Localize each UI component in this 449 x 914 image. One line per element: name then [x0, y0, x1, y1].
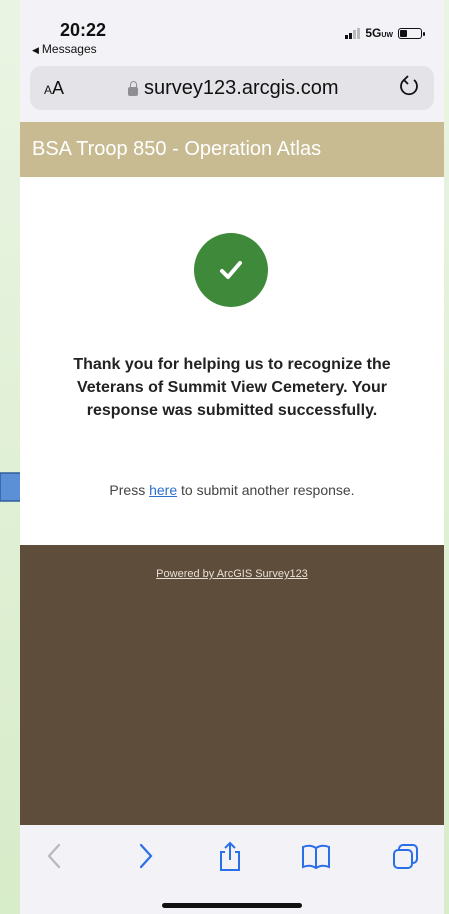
checkmark-icon [194, 233, 268, 307]
reload-icon[interactable] [398, 74, 420, 104]
home-indicator [162, 903, 302, 908]
status-bar: 20:22 ◀ Messages 5GUW [20, 0, 444, 60]
submit-another-link[interactable]: here [149, 482, 177, 498]
network-label: 5GUW [365, 26, 393, 40]
book-icon[interactable] [300, 841, 332, 871]
chevron-left-icon[interactable] [42, 841, 68, 871]
reader-options-button[interactable]: AA [44, 78, 64, 99]
chevron-right-icon[interactable] [132, 841, 158, 871]
url-text: survey123.arcgis.com [144, 77, 339, 99]
phone-screen: 20:22 ◀ Messages 5GUW AA survey123.arcgis… [20, 0, 444, 914]
share-icon[interactable] [216, 841, 244, 873]
signal-icon [345, 27, 361, 39]
tabs-icon[interactable] [390, 841, 422, 871]
powered-by-link[interactable]: Powered by ArcGIS Survey123 [20, 568, 444, 580]
submit-another-text: Press here to submit another response. [109, 482, 355, 498]
clock: 20:22 [60, 20, 107, 40]
confirmation-panel: Thank you for helping us to recognize th… [20, 177, 444, 545]
back-app-label: Messages [41, 42, 97, 56]
confirmation-message: Thank you for helping us to recognize th… [73, 356, 391, 419]
web-page: BSA Troop 850 - Operation Atlas Thank yo… [20, 122, 444, 825]
lock-icon [128, 80, 138, 96]
survey-header: BSA Troop 850 - Operation Atlas [20, 122, 444, 177]
back-triangle-icon: ◀ [32, 45, 39, 55]
url-display[interactable]: survey123.arcgis.com [128, 77, 339, 100]
battery-icon [398, 27, 425, 39]
browser-toolbar [20, 825, 444, 914]
address-bar[interactable]: AA survey123.arcgis.com [30, 66, 434, 110]
status-indicators: 5GUW [345, 26, 425, 40]
footer: Powered by ArcGIS Survey123 [20, 545, 444, 825]
back-to-app-link[interactable]: ◀ Messages [32, 42, 97, 56]
